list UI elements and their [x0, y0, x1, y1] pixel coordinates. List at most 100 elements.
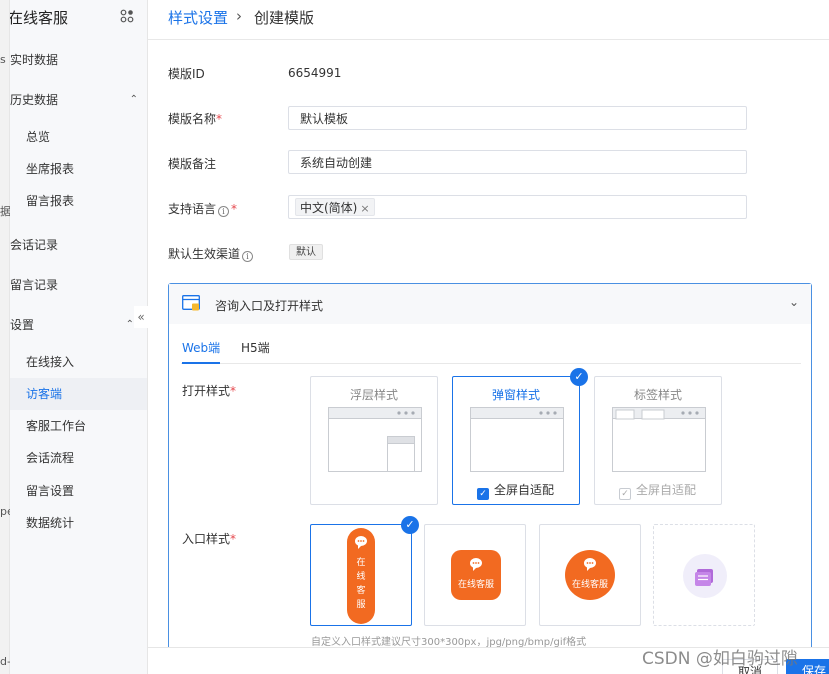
sidebar-item-label: 客服工作台 — [26, 419, 87, 433]
checkbox-label: 全屏自适配 — [636, 483, 697, 497]
tab-web[interactable]: Web端 — [182, 339, 221, 364]
label-text: 默认生效渠道 — [168, 247, 241, 261]
tab-h5[interactable]: H5端 — [241, 339, 270, 364]
default-channel-label: 默认生效渠道 i — [168, 245, 255, 262]
entry-style-label: 入口样式* — [182, 530, 236, 547]
sidebar-item-visitor-side[interactable]: 访客端 — [10, 378, 147, 410]
collapse-sidebar-icon[interactable]: « — [134, 306, 148, 328]
card-title: 标签样式 — [633, 388, 682, 402]
sidebar-item-agent-report[interactable]: 坐席报表 — [10, 153, 147, 185]
sidebar-item-session-records[interactable]: 会话记录 — [10, 229, 147, 261]
page-title: 创建模版 — [254, 9, 315, 27]
sidebar-item-label: 设置 — [10, 318, 35, 332]
background-window-edge — [0, 0, 10, 674]
vertical-char: 服 — [356, 599, 365, 610]
checkmark-icon: ✓ — [477, 488, 489, 500]
required-mark: * — [230, 532, 237, 546]
sidebar-item-settings[interactable]: 设置 ⌃ — [10, 309, 147, 341]
checkmark-icon: ✓ — [619, 488, 631, 500]
template-id-value: 6654991 — [288, 66, 342, 80]
required-mark: * — [216, 112, 223, 126]
sidebar-item-history[interactable]: 历史数据 ⌃ — [10, 84, 147, 116]
sidebar-item-label: 总览 — [26, 130, 51, 144]
sidebar-item-label: 坐席报表 — [26, 162, 75, 176]
vertical-char: 客 — [356, 584, 365, 596]
entry-style-circle[interactable]: 在线客服 — [539, 524, 641, 626]
apps-icon[interactable] — [120, 9, 134, 23]
entry-button-text: 在线客服 — [572, 578, 608, 590]
card-title: 弹窗样式 — [491, 388, 540, 402]
breadcrumb: 样式设置 › 创建模版 — [148, 0, 829, 40]
label-text: 打开样式 — [182, 384, 231, 398]
sidebar-item-data-stats[interactable]: 数据统计 — [10, 507, 147, 539]
selected-check-icon: ✓ — [401, 516, 419, 534]
languages-label: 支持语言 i * — [168, 200, 237, 217]
custom-upload-icon — [683, 554, 727, 598]
chevron-down-icon[interactable]: ⌄ — [789, 295, 799, 309]
sidebar-item-label: 会话记录 — [10, 238, 59, 252]
entry-style-custom-upload[interactable] — [653, 524, 755, 626]
sidebar-item-label: 留言设置 — [26, 484, 75, 498]
breadcrumb-separator: › — [236, 7, 242, 25]
sidebar-item-message-settings[interactable]: 留言设置 — [10, 475, 147, 507]
sidebar-item-agent-workbench[interactable]: 客服工作台 — [10, 410, 147, 442]
info-icon[interactable]: i — [218, 206, 230, 217]
vertical-entry-preview: 在 线 客 服 — [347, 528, 375, 624]
sidebar-item-message-report[interactable]: 留言报表 — [10, 185, 147, 217]
chevron-up-icon: ⌃ — [129, 94, 138, 105]
sidebar-item-message-records[interactable]: 留言记录 — [10, 269, 147, 301]
open-style-tab[interactable]: 标签样式 ✓ 全屏自适配 — [594, 376, 722, 505]
card-title: 浮层样式 — [349, 388, 398, 402]
sidebar-item-online-access[interactable]: 在线接入 — [10, 346, 147, 378]
checkbox-label: 全屏自适配 — [494, 483, 555, 497]
panel-title: 咨询入口及打开样式 — [215, 299, 324, 313]
breadcrumb-parent-link[interactable]: 样式设置 — [168, 7, 228, 28]
selected-check-icon: ✓ — [570, 368, 588, 386]
floating-layer-preview-icon — [328, 407, 422, 472]
label-text: 入口样式 — [182, 532, 231, 546]
entry-style-hint: 自定义入口样式建议尺寸300*300px，jpg/png/bmp/gif格式 — [311, 637, 587, 648]
sidebar-item-label: 在线接入 — [26, 355, 75, 369]
window-style-icon — [182, 295, 200, 311]
sidebar-item-label: 留言报表 — [26, 194, 75, 208]
sidebar-item-label: 数据统计 — [26, 516, 75, 530]
language-tag-label: 中文(简体) — [300, 201, 358, 215]
entry-style-vertical[interactable]: 在 线 客 服 — [310, 524, 412, 626]
info-icon[interactable]: i — [242, 251, 254, 262]
square-entry-preview: 在线客服 — [451, 550, 501, 600]
sidebar: 在线客服 实时数据 历史数据 ⌃ 总览 坐席报表 留言报表 会话记录 留言记录 设… — [10, 0, 148, 674]
template-name-label: 模版名称* — [168, 110, 222, 127]
sidebar-item-label: 会话流程 — [26, 451, 75, 465]
circle-entry-preview: 在线客服 — [565, 550, 615, 600]
open-style-label: 打开样式* — [182, 382, 236, 399]
label-text: 支持语言 — [168, 202, 217, 216]
fullscreen-adapt-checkbox-disabled: ✓ 全屏自适配 — [619, 481, 696, 500]
template-note-label: 模版备注 — [168, 157, 217, 171]
popup-preview-icon — [470, 407, 564, 472]
template-name-input[interactable] — [288, 106, 747, 130]
close-icon[interactable]: × — [360, 202, 369, 215]
sidebar-item-session-flow[interactable]: 会话流程 — [10, 442, 147, 474]
required-mark: * — [230, 384, 237, 398]
fullscreen-adapt-checkbox[interactable]: ✓ 全屏自适配 — [477, 481, 554, 500]
sidebar-item-overview[interactable]: 总览 — [10, 121, 147, 153]
watermark: CSDN @如白驹过隙 — [642, 649, 798, 669]
sidebar-item-label: 访客端 — [26, 387, 63, 401]
sidebar-item-realtime[interactable]: 实时数据 — [10, 44, 147, 76]
platform-tabs: Web端 H5端 — [181, 334, 801, 364]
template-note-input[interactable] — [288, 150, 747, 174]
sidebar-item-label: 实时数据 — [10, 53, 59, 67]
panel-header[interactable]: 咨询入口及打开样式 ⌄ — [169, 284, 811, 324]
entry-button-text: 在线客服 — [458, 578, 494, 590]
required-mark: * — [231, 202, 238, 216]
edge-fragment: s — [0, 53, 6, 66]
chevron-up-icon: ⌃ — [125, 319, 134, 330]
template-id-label: 模版ID — [168, 67, 205, 81]
open-style-floating[interactable]: 浮层样式 — [310, 376, 438, 505]
default-badge: 默认 — [289, 244, 323, 260]
open-style-popup[interactable]: 弹窗样式 ✓ 全屏自适配 — [452, 376, 580, 505]
entry-style-square[interactable]: 在线客服 — [424, 524, 526, 626]
language-tag: 中文(简体) × — [295, 198, 375, 216]
sidebar-item-label: 留言记录 — [10, 278, 59, 292]
vertical-char: 线 — [356, 570, 365, 582]
